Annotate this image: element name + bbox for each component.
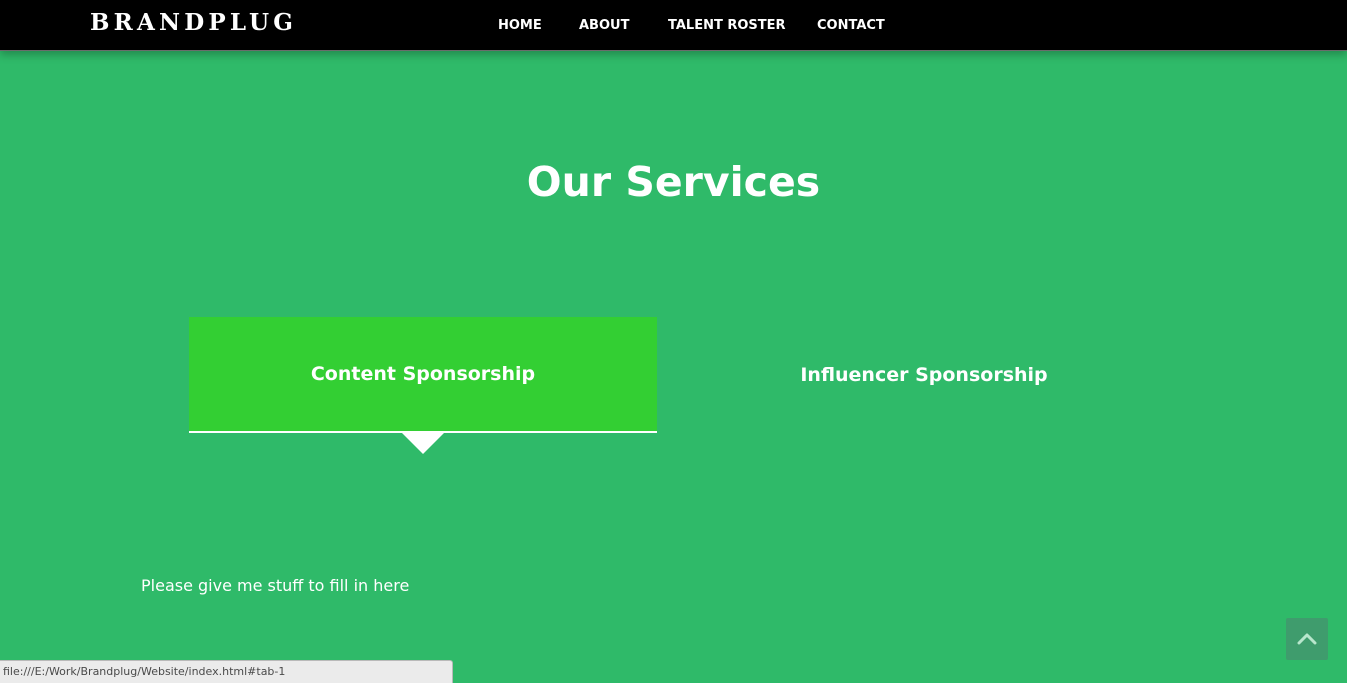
active-tab-arrow-indicator — [402, 433, 444, 454]
tab-label: Content Sponsorship — [310, 363, 536, 385]
browser-status-bar: file:///E:/Work/Brandplug/Website/index.… — [0, 660, 453, 683]
nav-link-contact[interactable]: CONTACT — [817, 18, 885, 33]
nav-link-talent-roster[interactable]: TALENT ROSTER — [668, 18, 786, 33]
tab-influencer-sponsorship[interactable]: Influencer Sponsorship — [690, 317, 1158, 433]
tab-label: Influencer Sponsorship — [800, 364, 1048, 386]
brand-logo[interactable]: BRANDPLUG — [90, 9, 297, 36]
chevron-up-icon — [1297, 633, 1317, 645]
top-navbar: BRANDPLUG HOME ABOUT TALENT ROSTER CONTA… — [0, 0, 1347, 51]
tab-content-text: Please give me stuff to fill in here — [141, 576, 410, 595]
status-url: file:///E:/Work/Brandplug/Website/index.… — [3, 665, 286, 678]
services-title: Our Services — [526, 158, 821, 206]
nav-link-home[interactable]: HOME — [498, 18, 542, 33]
nav-link-about[interactable]: ABOUT — [579, 18, 629, 33]
scroll-to-top-button[interactable] — [1286, 618, 1328, 660]
tab-content-sponsorship[interactable]: Content Sponsorship — [189, 317, 657, 433]
